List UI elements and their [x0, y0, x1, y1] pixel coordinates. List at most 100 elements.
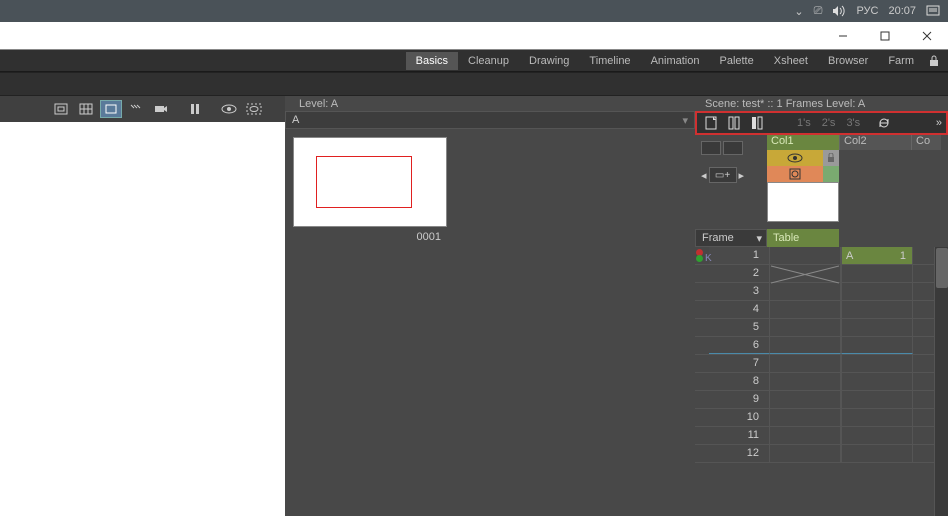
table-cell[interactable] — [769, 319, 841, 336]
col1-cell[interactable] — [841, 265, 913, 282]
camera-stand-icon[interactable] — [100, 100, 122, 118]
input-lang[interactable]: РУС — [856, 5, 878, 17]
room-tab-animation[interactable]: Animation — [641, 52, 710, 70]
column-header-col1[interactable]: Col1 — [767, 135, 839, 150]
room-tab-palette[interactable]: Palette — [709, 52, 763, 70]
new-column-button[interactable]: ▭+ — [709, 167, 737, 183]
table-cell[interactable] — [769, 337, 841, 354]
frame-number[interactable]: 7 — [709, 355, 769, 372]
frame-mode-label: Frame — [702, 232, 734, 244]
scene-info-label: Scene: test* :: 1 Frames Level: A — [695, 96, 948, 111]
extra-toggle[interactable] — [823, 166, 839, 182]
frame-number[interactable]: K1 — [709, 247, 769, 264]
room-tab-xsheet[interactable]: Xsheet — [764, 52, 818, 70]
canvas-area[interactable] — [0, 122, 285, 516]
freeze-icon[interactable] — [50, 100, 72, 118]
room-tab-drawing[interactable]: Drawing — [519, 52, 579, 70]
frame-thumbnail[interactable] — [293, 137, 447, 227]
col1-cell[interactable] — [841, 355, 913, 372]
xsheet-toolbar: 1's 2's 3's » — [695, 111, 948, 135]
volume-icon[interactable] — [832, 5, 846, 17]
table-cell[interactable] — [769, 445, 841, 462]
step-1s[interactable]: 1's — [793, 117, 815, 129]
col1-cell[interactable] — [841, 373, 913, 390]
window-controls — [0, 22, 948, 50]
collapse-icon[interactable] — [747, 114, 767, 132]
col1-cell[interactable] — [841, 283, 913, 300]
layout-icon-1[interactable] — [701, 141, 721, 155]
room-tab-basics[interactable]: Basics — [406, 52, 458, 70]
command-bar — [0, 72, 948, 96]
frame-number[interactable]: 8 — [709, 373, 769, 390]
frame-number[interactable]: 4 — [709, 301, 769, 318]
col1-cell[interactable] — [841, 409, 913, 426]
frame-number[interactable]: 2 — [709, 265, 769, 282]
column-preview[interactable] — [767, 182, 839, 222]
step-3s[interactable]: 3's — [842, 117, 864, 129]
camera-stand-vis-icon[interactable] — [767, 166, 823, 182]
table-cell[interactable] — [769, 391, 841, 408]
room-tab-timeline[interactable]: Timeline — [579, 52, 640, 70]
room-tabs-bar: BasicsCleanupDrawingTimelineAnimationPal… — [0, 50, 948, 72]
level-strip[interactable]: 0001 — [285, 129, 455, 516]
camera-box — [316, 156, 412, 208]
screen-icon[interactable]: ⎚ — [814, 5, 823, 18]
col1-cell[interactable] — [841, 319, 913, 336]
visibility-icon[interactable] — [767, 150, 823, 166]
preview-icon[interactable] — [218, 100, 240, 118]
camera-view-icon[interactable] — [150, 100, 172, 118]
chevron-down-icon: ▾ — [682, 114, 694, 127]
xsheet-grid[interactable]: K1 A1 23456789101112 — [695, 247, 948, 516]
notifications-icon[interactable] — [926, 5, 940, 17]
table-cell[interactable] — [769, 265, 841, 282]
table-cell[interactable] — [769, 427, 841, 444]
frame-number[interactable]: 3 — [709, 283, 769, 300]
frame-number[interactable]: 10 — [709, 409, 769, 426]
column-header-col2[interactable]: Col2 — [839, 135, 911, 150]
vertical-scrollbar[interactable] — [934, 247, 948, 516]
maximize-button[interactable] — [864, 22, 906, 50]
3d-icon[interactable] — [125, 100, 147, 118]
room-tab-browser[interactable]: Browser — [818, 52, 878, 70]
col1-cell[interactable] — [841, 301, 913, 318]
layout-icon-2[interactable] — [723, 141, 743, 155]
frame-number[interactable]: 9 — [709, 391, 769, 408]
col1-cell[interactable]: A1 — [841, 247, 913, 264]
frame-number[interactable]: 11 — [709, 427, 769, 444]
lock-column-icon[interactable] — [823, 150, 839, 166]
more-icon[interactable]: » — [936, 117, 946, 129]
table-cell[interactable] — [769, 283, 841, 300]
frame-number[interactable]: 12 — [709, 445, 769, 462]
frame-number[interactable]: 6 — [709, 337, 769, 354]
room-tab-farm[interactable]: Farm — [878, 52, 924, 70]
col1-cell[interactable] — [841, 391, 913, 408]
table-header[interactable]: Table — [767, 229, 839, 247]
close-button[interactable] — [906, 22, 948, 50]
lock-icon[interactable] — [924, 55, 944, 67]
prev-arrow-icon[interactable]: ◂ — [701, 169, 707, 182]
col1-cell[interactable] — [841, 445, 913, 462]
table-cell[interactable] — [769, 355, 841, 372]
level-dropdown[interactable]: A ▾ — [285, 111, 695, 129]
table-cell[interactable] — [769, 301, 841, 318]
new-memo-icon[interactable] — [701, 114, 721, 132]
col1-cell[interactable] — [841, 337, 913, 354]
frame-number[interactable]: 5 — [709, 319, 769, 336]
minimize-button[interactable] — [822, 22, 864, 50]
chevron-down-icon[interactable]: ⌄ — [794, 5, 803, 18]
table-cell[interactable] — [769, 373, 841, 390]
level-strip-title: Level: A — [285, 96, 695, 111]
frame-mode-dropdown[interactable]: Frame ▾ — [695, 229, 767, 247]
subcamera-icon[interactable] — [243, 100, 265, 118]
table-cell[interactable] — [769, 247, 841, 264]
repeat-icon[interactable] — [877, 116, 891, 130]
column-header-col3[interactable]: Co — [911, 135, 941, 150]
next-arrow-icon[interactable]: ▸ — [739, 169, 745, 182]
toggle-cell-icon[interactable] — [724, 114, 744, 132]
pause-icon[interactable] — [184, 100, 206, 118]
table-cell[interactable] — [769, 409, 841, 426]
grid-icon[interactable] — [75, 100, 97, 118]
room-tab-cleanup[interactable]: Cleanup — [458, 52, 519, 70]
step-2s[interactable]: 2's — [818, 117, 840, 129]
col1-cell[interactable] — [841, 427, 913, 444]
